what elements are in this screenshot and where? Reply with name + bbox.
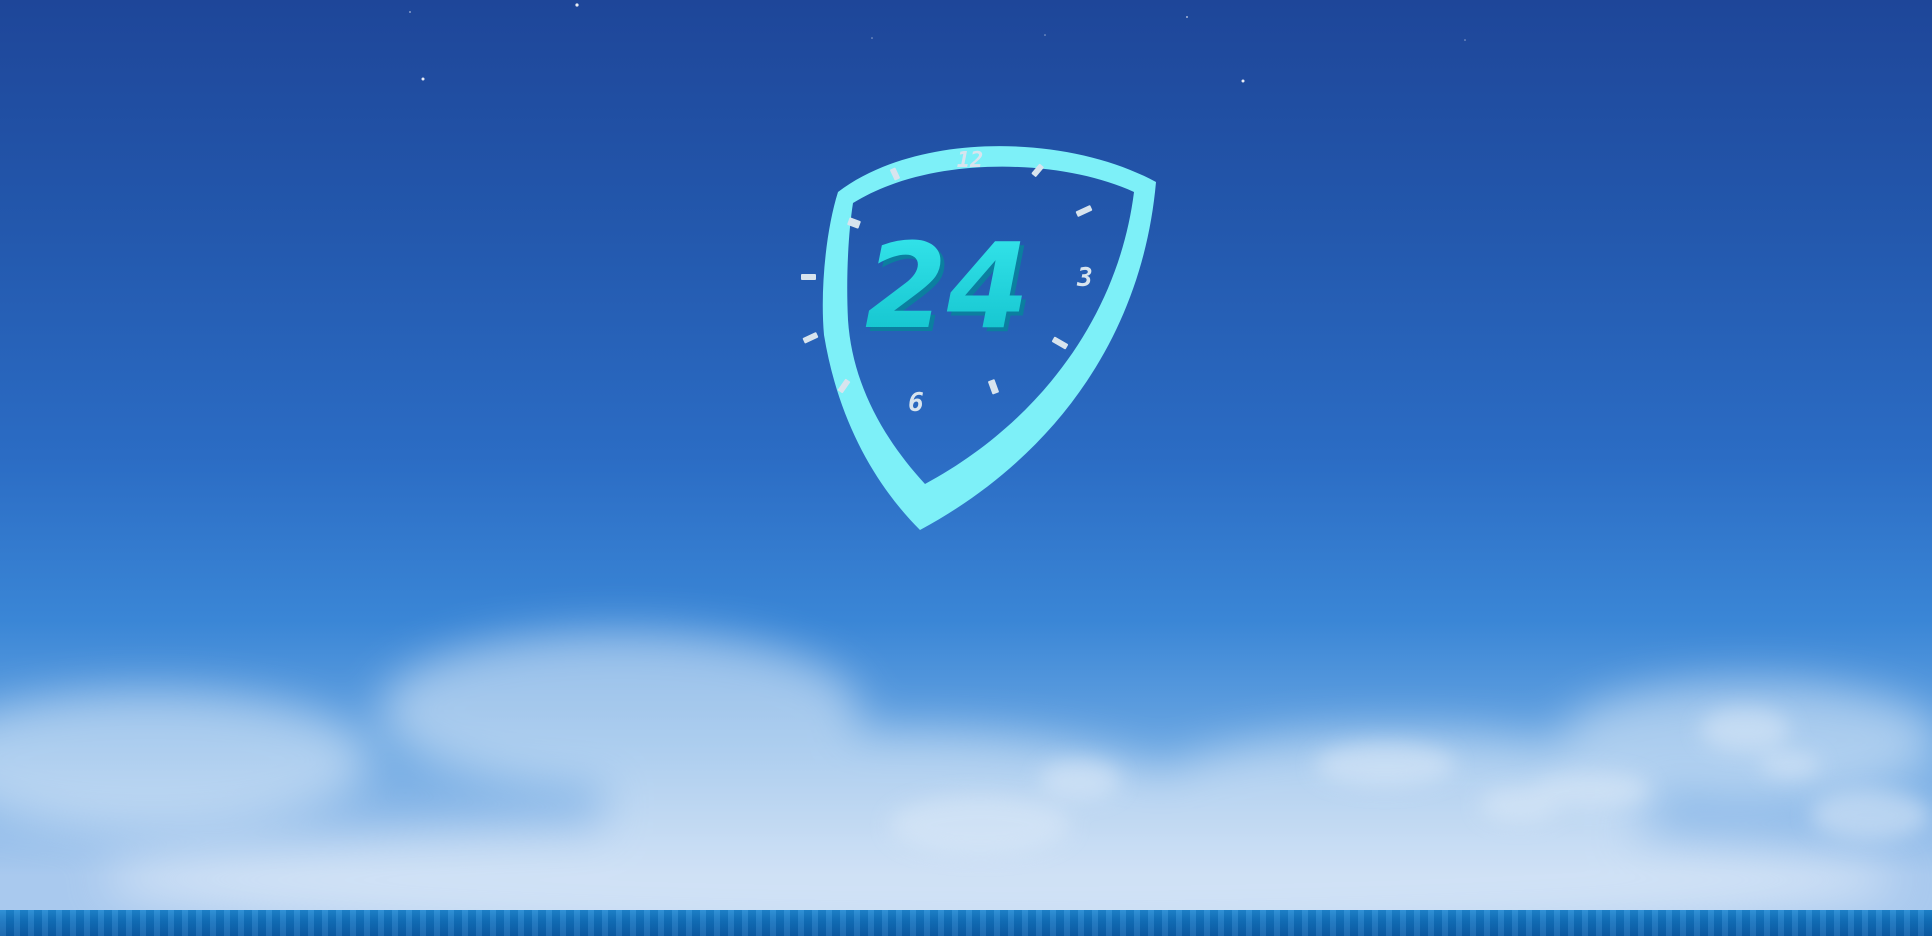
dial-label-3: 3 <box>1076 263 1093 293</box>
shield-clock-icon: 12 3 6 24 24 <box>801 146 1156 530</box>
dial-label-6: 6 <box>908 388 924 418</box>
dial-label-12: 12 <box>957 148 984 173</box>
clouds <box>0 630 1932 920</box>
sea <box>0 910 1932 936</box>
emblem-number: 24 <box>865 217 1029 355</box>
